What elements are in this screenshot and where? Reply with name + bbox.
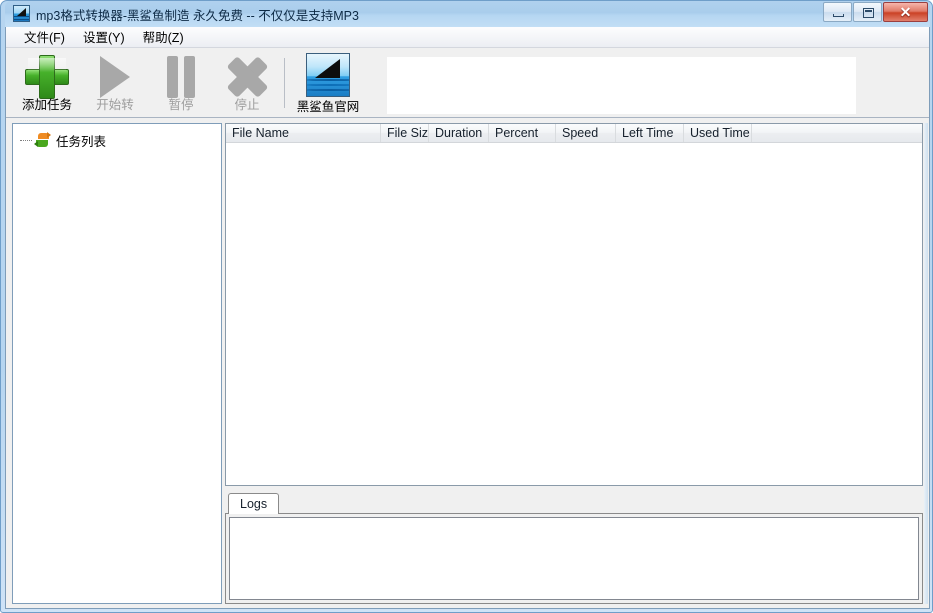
column-header-filler [752,124,922,142]
toolbar: 添加任务 开始转 暂停 停止 黑鲨鱼官网 [6,48,929,118]
client-area: 文件(F) 设置(Y) 帮助(Z) 添加任务 开始转 暂停 停止 黑鲨鱼官网 任… [5,27,930,609]
file-list-body[interactable] [226,143,922,485]
add-task-button[interactable]: 添加任务 [13,52,81,116]
pause-button[interactable]: 暂停 [147,52,215,116]
close-icon: ✕ [899,4,912,20]
toolbar-separator [284,58,285,108]
convert-arrows-icon [34,132,51,148]
column-header-used-time[interactable]: Used Time [684,124,752,142]
logs-panel [225,514,923,604]
menu-help[interactable]: 帮助(Z) [134,25,193,49]
play-icon [100,56,130,98]
column-header-percent[interactable]: Percent [489,124,556,142]
pause-label: 暂停 [168,98,194,112]
menu-file[interactable]: 文件(F) [15,25,74,49]
application-window: mp3格式转换器-黑鲨鱼制造 永久免费 -- 不仅仅是支持MP3 ✕ 文件(F)… [0,0,933,613]
menu-settings[interactable]: 设置(Y) [74,25,134,49]
right-edge-rail [924,123,928,604]
info-display-panel [387,57,856,114]
tree-node-label: 任务列表 [56,134,107,149]
wave-line [14,19,29,20]
column-header-duration[interactable]: Duration [429,124,489,142]
tab-logs[interactable]: Logs [228,493,280,514]
maximize-button[interactable] [853,2,882,22]
tree-connector-line [20,140,32,142]
logs-textarea[interactable] [229,517,919,600]
official-website-label: 黑鲨鱼官网 [296,100,360,114]
shark-fin-shape [17,8,26,16]
add-task-label: 添加任务 [21,98,72,112]
stop-icon [226,56,269,98]
minimize-button[interactable] [823,2,852,22]
column-header-file-size[interactable]: File Size [381,124,429,142]
caption-button-group: ✕ [823,2,928,22]
maximize-icon [863,8,874,18]
wave-line [307,79,349,81]
column-header-file-name[interactable]: File Name [226,124,381,142]
shark-fin-shape [315,59,340,78]
start-convert-button[interactable]: 开始转 [81,52,149,116]
official-website-button[interactable]: 黑鲨鱼官网 [291,52,365,116]
minimize-icon [833,14,844,17]
title-bar[interactable]: mp3格式转换器-黑鲨鱼制造 永久免费 -- 不仅仅是支持MP3 ✕ [5,1,930,27]
column-header-left-time[interactable]: Left Time [616,124,684,142]
shark-app-icon [13,5,30,22]
body-area: 任务列表 File Name File Size Duration Percen… [6,119,929,607]
file-list-panel[interactable]: File Name File Size Duration Percent Spe… [225,123,923,486]
plus-icon [25,55,69,99]
wave-line [307,89,349,91]
task-tree-panel[interactable]: 任务列表 [12,123,222,604]
close-button[interactable]: ✕ [883,2,928,22]
pause-icon [166,56,196,98]
stop-label: 停止 [234,98,260,112]
wave-line [14,16,29,17]
stop-button[interactable]: 停止 [213,52,281,116]
window-title: mp3格式转换器-黑鲨鱼制造 永久免费 -- 不仅仅是支持MP3 [36,9,359,23]
tree-node-task-list[interactable]: 任务列表 [20,131,221,149]
shark-logo-icon [306,53,350,97]
logs-section: Logs [225,493,923,604]
file-list-header: File Name File Size Duration Percent Spe… [226,124,922,143]
column-header-speed[interactable]: Speed [556,124,616,142]
menu-bar: 文件(F) 设置(Y) 帮助(Z) [6,27,929,48]
start-convert-label: 开始转 [96,98,134,112]
logs-tabstrip: Logs [225,493,923,514]
wave-line [307,84,349,86]
